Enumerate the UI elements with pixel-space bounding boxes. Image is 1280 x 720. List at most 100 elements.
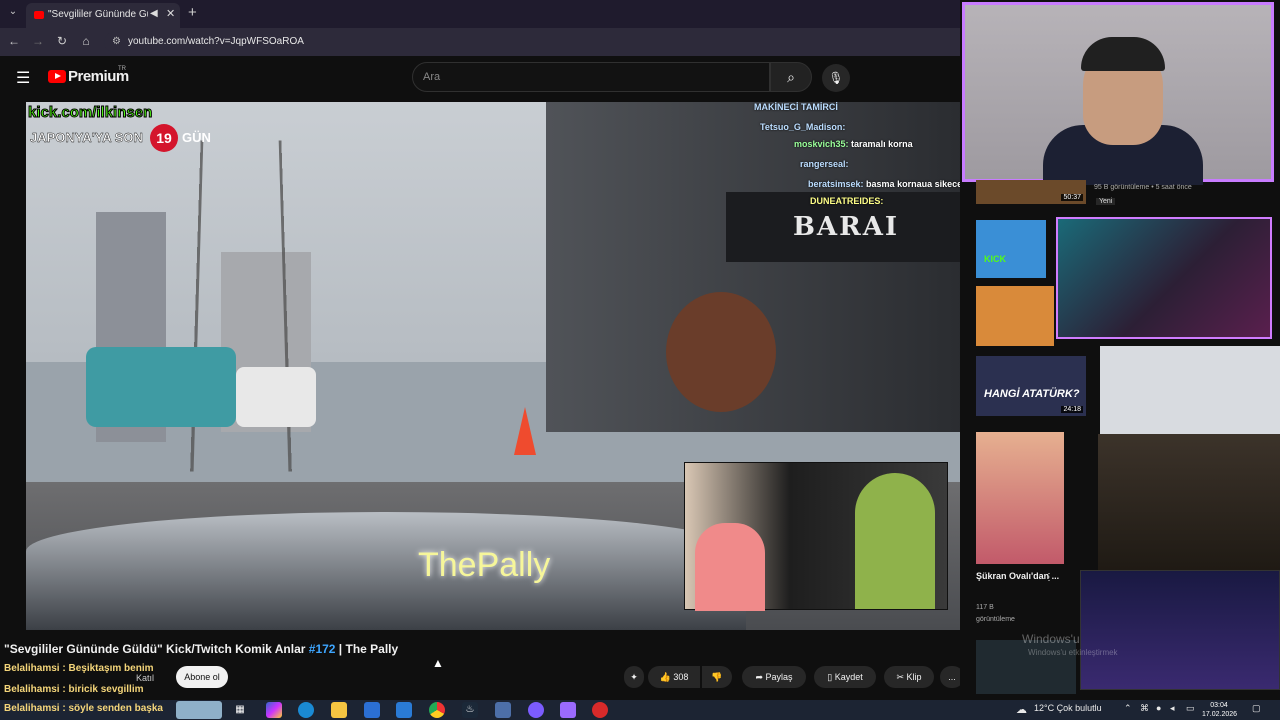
task-view-icon[interactable]: ▦	[232, 702, 248, 718]
scissors-icon: ✂	[896, 672, 904, 682]
app-icon[interactable]	[560, 702, 576, 718]
video-scene-car-hood	[26, 512, 746, 630]
title-hashtag[interactable]: #172	[309, 642, 336, 656]
mouse-cursor-icon: ▲	[432, 656, 444, 670]
microphone-tray-icon[interactable]: ●	[1156, 703, 1161, 713]
chat-message: MAKİNECİ TAMİRCİ	[754, 102, 838, 112]
video-title: "Sevgililer Gününde Güldü" Kick/Twitch K…	[4, 642, 399, 656]
address-bar-row: ← → ↻ ⌂ ⚙ youtube.com/watch?v=JqpWFSOaRO…	[0, 28, 964, 56]
network-icon[interactable]: ⌘	[1140, 703, 1149, 714]
overlay-chat-line: Belalihamsi : biricik sevgillim	[4, 684, 144, 695]
sparkle-icon: ✦	[630, 672, 638, 682]
related-video-thumbnail[interactable]: 50:37	[976, 180, 1086, 204]
youtube-logo-icon[interactable]	[48, 70, 66, 83]
video-player[interactable]: BARAI kick.com/ilkinsen JAPONYA'YA SON 1…	[26, 102, 966, 630]
obs-icon[interactable]	[592, 702, 608, 718]
menu-icon[interactable]: ☰	[16, 68, 30, 88]
windows-activation-watermark: Windows'u	[1022, 632, 1080, 646]
weather-icon[interactable]: ☁	[1016, 703, 1027, 716]
browser-tab-bar: ⌄ "Sevgililer Gününde Güldü ◀︎ ✕ +	[0, 0, 960, 28]
search-button[interactable]: ⌕	[770, 62, 812, 92]
widgets-thumbnail[interactable]	[176, 701, 222, 719]
chat-message: rangerseal:	[800, 159, 849, 169]
tab-search-icon[interactable]: ⌄	[4, 6, 22, 22]
speaker-tray-icon[interactable]: ◂	[1170, 703, 1175, 714]
clock-date: 17.02.2026	[1202, 711, 1238, 718]
related-video-thumbnail[interactable]: HANGİ ATATÜRK? 24:18	[976, 356, 1086, 416]
chat-message: Tetsuo_G_Madison:	[760, 122, 846, 132]
video-duration: 50:37	[1061, 194, 1083, 201]
thumbs-down-icon: 👎	[711, 672, 723, 682]
car-camera-inset	[684, 462, 948, 611]
video-scene-tree	[666, 292, 776, 412]
share-icon: ➦	[755, 672, 763, 682]
countdown-days: 19	[150, 124, 178, 152]
notification-icon[interactable]: ▢	[1252, 703, 1261, 714]
steam-icon[interactable]: ♨	[462, 702, 478, 718]
video-scene-van	[236, 367, 316, 427]
overlay-chat-line: Belalihamsi : Beşiktaşım benim	[4, 663, 154, 674]
passenger-figure	[695, 523, 765, 611]
kebab-menu-icon[interactable]: ⋮	[1044, 572, 1054, 583]
browser-tab[interactable]: "Sevgililer Gününde Güldü ◀︎ ✕	[26, 3, 180, 28]
thumbs-up-icon: 👍	[659, 672, 671, 682]
chat-message: moskvich35: taramalı korna	[794, 139, 913, 149]
chat-message: DUNEATREIDES:	[810, 196, 884, 206]
dislike-button[interactable]: 👎	[702, 666, 732, 688]
app-icon[interactable]	[495, 702, 511, 718]
join-button[interactable]: Katıl	[136, 673, 154, 683]
thumbnail-text: HANGİ ATATÜRK?	[984, 388, 1080, 400]
region-code: TR	[118, 66, 126, 72]
tab-close-icon[interactable]: ✕	[166, 7, 175, 20]
guest-webcam	[1100, 346, 1280, 434]
facecam-cap	[1081, 37, 1165, 71]
home-icon[interactable]: ⌂	[78, 34, 94, 48]
tray-chevron-icon[interactable]: ⌃	[1124, 703, 1132, 714]
subscribe-button[interactable]: Abone ol	[176, 666, 228, 688]
premium-gift-button[interactable]: ✦	[624, 666, 644, 688]
related-video-thumbnail[interactable]: KICK	[976, 220, 1046, 278]
reload-icon[interactable]: ↻	[54, 34, 70, 48]
chat-message: beratsimsek: basma kornaua sikecem	[808, 179, 966, 189]
system-clock[interactable]: 03:04 17.02.2026	[1202, 701, 1238, 719]
search-icon: ⌕	[787, 69, 795, 85]
video-scene-minibus	[86, 347, 236, 427]
youtube-favicon-icon	[34, 11, 44, 19]
speaker-icon[interactable]: ◀︎	[150, 8, 158, 19]
kick-url-overlay: kick.com/ilkinsen	[27, 104, 153, 122]
streamer-facecam	[962, 2, 1274, 185]
new-tab-button[interactable]: +	[188, 4, 197, 21]
url-text: youtube.com/watch?v=JqpWFSOaROA	[128, 36, 304, 47]
tab-title: "Sevgililer Gününde Güldü	[48, 9, 148, 20]
clip-button[interactable]: ✂ Klip	[884, 666, 934, 688]
like-count: 308	[673, 672, 689, 682]
bookmark-icon: ▯	[827, 672, 833, 682]
search-input[interactable]: Ara	[412, 62, 770, 92]
url-field[interactable]: ⚙ youtube.com/watch?v=JqpWFSOaROA	[104, 32, 964, 52]
related-video-thumbnail[interactable]	[976, 286, 1054, 346]
chrome-icon[interactable]	[429, 702, 445, 718]
guest-webcam	[1080, 570, 1280, 690]
related-video-views-label: görüntüleme	[976, 616, 1015, 623]
countdown-suffix: GÜN	[182, 130, 211, 145]
store-icon[interactable]	[364, 702, 380, 718]
windows-activation-watermark-sub: Windows'u etkinleştirmek	[1028, 648, 1118, 657]
like-button[interactable]: 👍 308	[648, 666, 700, 688]
new-badge: Yeni	[1096, 198, 1116, 205]
weather-text[interactable]: 12°C Çok bulutlu	[1034, 703, 1102, 713]
site-info-icon[interactable]: ⚙	[112, 36, 121, 47]
discord-icon[interactable]	[528, 702, 544, 718]
share-button[interactable]: ➦ Paylaş	[742, 666, 806, 688]
related-video-thumbnail[interactable]	[976, 432, 1064, 564]
back-icon[interactable]: ←	[6, 34, 22, 48]
voice-search-button[interactable]: 🎙	[822, 64, 850, 92]
battery-icon[interactable]: ▭	[1186, 703, 1195, 714]
edge-icon[interactable]	[298, 702, 314, 718]
file-explorer-icon[interactable]	[331, 702, 347, 718]
save-button[interactable]: ▯ Kaydet	[814, 666, 876, 688]
outlook-icon[interactable]	[396, 702, 412, 718]
forward-icon[interactable]: →	[30, 34, 46, 48]
copilot-icon[interactable]	[266, 702, 282, 718]
related-video-views: 117 B	[976, 604, 994, 611]
guest-webcam	[1056, 217, 1272, 339]
